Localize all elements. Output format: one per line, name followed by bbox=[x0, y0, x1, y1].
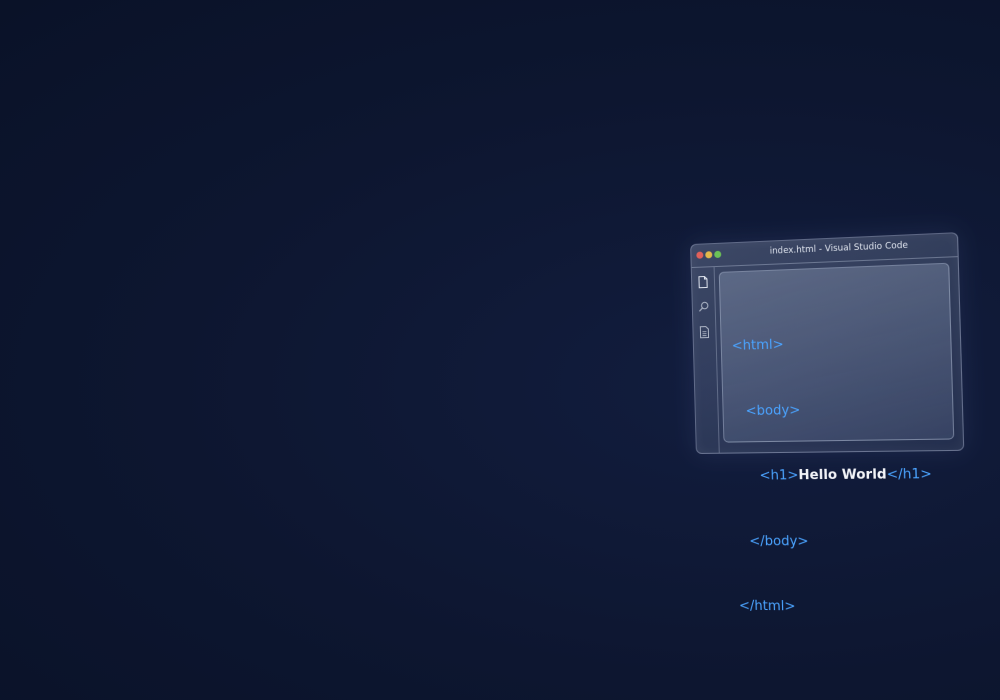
activity-bar bbox=[692, 267, 720, 453]
code-tag: <html> bbox=[732, 337, 784, 354]
code-tag: </html> bbox=[739, 599, 796, 615]
code-line: </body> bbox=[737, 531, 934, 553]
desktop-background: index.html - Visual Studio Code <html> <… bbox=[0, 0, 1000, 700]
title-bar[interactable]: index.html - Visual Studio Code bbox=[691, 233, 958, 268]
close-button[interactable] bbox=[696, 252, 703, 259]
code-line: <body> bbox=[733, 397, 930, 423]
code-editor[interactable]: <html> <body> <h1>Hello World</h1> </bod… bbox=[719, 263, 955, 443]
code-tag: </body> bbox=[749, 534, 809, 549]
vscode-window[interactable]: index.html - Visual Studio Code <html> <… bbox=[690, 232, 964, 454]
minimize-button[interactable] bbox=[705, 251, 712, 258]
files-icon[interactable] bbox=[697, 275, 709, 287]
code-line: <h1>Hello World</h1> bbox=[735, 464, 932, 488]
code-tag: </h1> bbox=[886, 467, 932, 483]
maximize-button[interactable] bbox=[714, 251, 721, 258]
code-line: <html> bbox=[732, 330, 929, 358]
search-icon[interactable] bbox=[698, 300, 710, 312]
code-text: Hello World bbox=[798, 467, 887, 483]
code-line: </html> bbox=[739, 596, 936, 620]
code-tag: <body> bbox=[745, 402, 800, 418]
document-icon[interactable] bbox=[698, 325, 710, 337]
code-tag: <h1> bbox=[759, 468, 798, 484]
window-title: index.html - Visual Studio Code bbox=[731, 239, 949, 259]
code-content[interactable]: <html> <body> <h1>Hello World</h1> </bod… bbox=[730, 285, 937, 664]
